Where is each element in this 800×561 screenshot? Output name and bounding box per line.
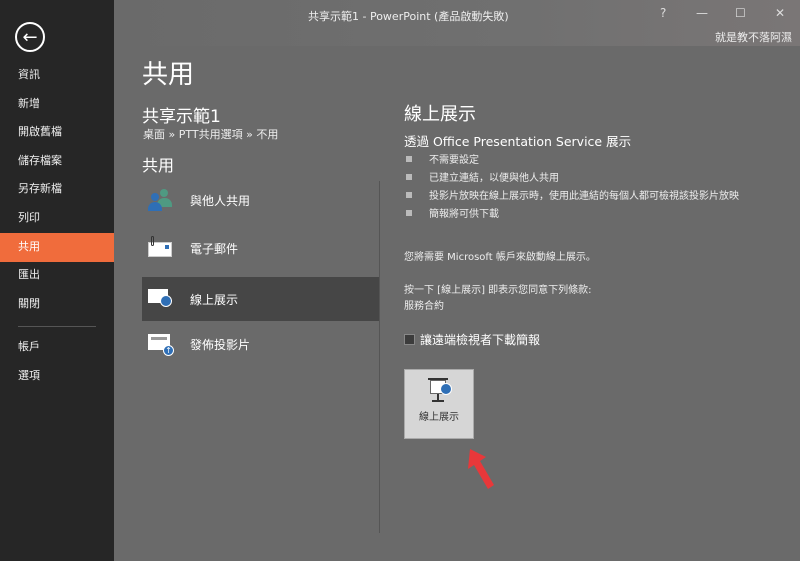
option-label: 線上展示 [190,292,239,307]
account-note: 您將需要 Microsoft 帳戶來啟動線上展示。 [404,252,596,263]
user-name[interactable]: 就是教不落阿濕 [715,29,792,45]
nav-save[interactable]: 儲存檔案 [0,147,114,175]
backstage-sidebar: ← 資訊 新增 開啟舊檔 儲存檔案 另存新檔 列印 共用 匯出 關閉 帳戶 選項 [0,0,114,561]
bullet-item: 簡報將可供下載 [406,205,499,220]
divider [379,181,380,533]
nav-share[interactable]: 共用 [0,233,114,262]
nav-account[interactable]: 帳戶 [0,333,114,361]
bullet-text: 投影片放映在線上展示時，使用此連結的每個人都可檢視該投影片放映 [429,191,739,202]
nav-close[interactable]: 關閉 [0,290,114,318]
option-email[interactable]: 電子郵件 [142,226,379,270]
window-title: 共享示範1 - PowerPoint (產品啟動失敗) [308,10,509,23]
nav-print[interactable]: 列印 [0,204,114,232]
option-present-online[interactable]: 線上展示 [142,277,379,321]
red-arrow-annotation [468,449,494,489]
bullet-icon [406,209,412,216]
page-title: 共用 [142,60,195,90]
option-label: 與他人共用 [190,193,251,208]
button-label: 線上展示 [419,412,459,423]
present-online-button[interactable]: 線上展示 [404,369,474,439]
sidebar-divider [18,326,96,327]
breadcrumb: 桌面 » PTT共用選項 » 不用 [143,128,279,141]
people-icon [148,188,176,212]
present-online-icon [148,287,176,311]
option-label: 電子郵件 [190,241,239,256]
present-online-icon [425,378,453,404]
detail-subtitle: 透過 Office Presentation Service 展示 [404,134,632,149]
checkbox-box[interactable] [404,334,415,345]
bullet-icon [406,155,412,162]
bullet-item: 已建立連結，以便與他人共用 [406,169,559,184]
bullet-item: 投影片放映在線上展示時，使用此連結的每個人都可檢視該投影片放映 [406,187,739,202]
close-button[interactable]: ✕ [775,6,785,20]
nav-new[interactable]: 新增 [0,90,114,118]
email-icon [148,236,176,260]
bullet-text: 已建立連結，以便與他人共用 [429,173,559,184]
checkbox-label: 讓遠端檢視者下載簡報 [420,333,541,347]
option-label: 發佈投影片 [190,337,251,352]
nav-save-as[interactable]: 另存新檔 [0,175,114,203]
help-button[interactable]: ? [660,6,666,20]
nav-open[interactable]: 開啟舊檔 [0,118,114,146]
back-arrow-icon: ← [22,26,38,48]
detail-title: 線上展示 [404,104,476,125]
section-title: 共用 [142,156,175,175]
nav-export[interactable]: 匯出 [0,261,114,289]
bullet-icon [406,173,412,180]
document-name: 共享示範1 [142,107,221,127]
bullet-text: 不需要設定 [429,155,479,166]
maximize-button[interactable]: ☐ [735,6,746,20]
publish-slides-icon: ↑ [148,332,176,356]
allow-download-checkbox[interactable]: 讓遠端檢視者下載簡報 [404,331,540,348]
minimize-button[interactable]: — [696,6,708,20]
terms-link[interactable]: 服務合約 [404,297,444,312]
bullet-text: 簡報將可供下載 [429,209,499,220]
nav-info[interactable]: 資訊 [0,61,114,89]
option-share-with-people[interactable]: 與他人共用 [142,178,379,222]
bullet-icon [406,191,412,198]
option-publish-slides[interactable]: ↑ 發佈投影片 [142,322,379,366]
nav-options[interactable]: 選項 [0,362,114,390]
agree-note: 按一下 [線上展示] 即表示您同意下列條款: [404,285,592,296]
bullet-item: 不需要設定 [406,151,479,166]
back-button[interactable]: ← [15,22,45,52]
